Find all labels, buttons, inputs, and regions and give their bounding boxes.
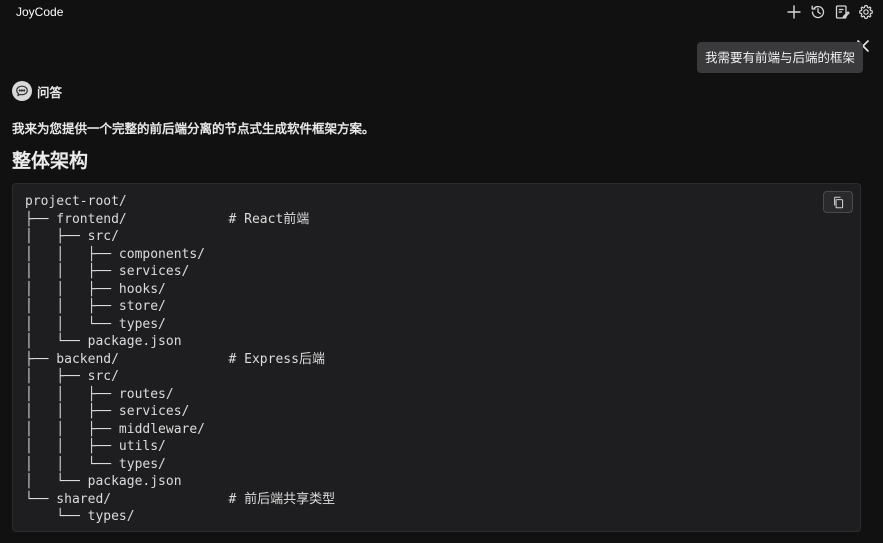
app-title: JoyCode [16, 5, 64, 19]
answer-label: 问答 [37, 84, 63, 100]
code-tree-text: │ │ ├── services/ [25, 264, 190, 279]
code-tree-text: │ │ ├── store/ [25, 299, 166, 314]
code-line: │ ├── src/ [25, 228, 335, 246]
code-tree-text: │ │ ├── services/ [25, 404, 190, 419]
code-line: │ │ └── types/ [25, 456, 335, 474]
code-line: │ │ ├── services/ [25, 263, 335, 281]
code-tree-text: │ │ ├── components/ [25, 246, 206, 262]
code-line: ├── frontend/ # React前端 [25, 211, 335, 229]
gear-icon[interactable] [857, 3, 875, 21]
code-line: │ │ ├── utils/ [25, 438, 335, 456]
section-heading: 整体架构 [12, 150, 89, 172]
code-line: │ │ ├── components/ [25, 246, 335, 264]
code-tree-text: │ ├── src/ [25, 229, 119, 244]
copy-button[interactable] [823, 191, 853, 213]
code-line: │ │ ├── services/ [25, 403, 335, 421]
code-content: project-root/├── frontend/ # React前端 │ ├─… [25, 193, 335, 526]
chat-bubble-icon [12, 81, 32, 101]
code-tree-text: │ └── package.json [25, 474, 182, 489]
code-line: ├── backend/ # Express后端 [25, 351, 335, 369]
code-tree-text: │ │ ├── utils/ [25, 439, 166, 454]
history-icon[interactable] [809, 3, 827, 21]
code-tree-text: └── types/ [25, 509, 135, 524]
toolbar [785, 3, 875, 21]
code-line: │ │ ├── hooks/ [25, 281, 335, 299]
code-tree-text: │ │ ├── routes/ [25, 386, 174, 402]
code-tree-text: │ │ └── types/ [25, 456, 166, 472]
code-line: │ │ ├── routes/ [25, 386, 335, 404]
code-line: │ ├── src/ [25, 368, 335, 386]
code-tree-text: │ └── package.json [25, 334, 182, 349]
answer-header: 问答 [12, 81, 62, 101]
code-tree-text: │ │ ├── hooks/ [25, 281, 166, 297]
code-comment: # 前后端共享类型 [228, 491, 336, 507]
joycode-panel: JoyCode 我需要有前端与后端的框架 问答 我来为您提供一个完整的前后端分离… [0, 0, 883, 543]
code-line: │ │ ├── store/ [25, 298, 335, 316]
code-line: └── shared/ # 前后端共享类型 [25, 491, 335, 509]
code-line: │ │ └── types/ [25, 316, 335, 334]
top-bar: JoyCode [0, 0, 883, 24]
code-block: project-root/├── frontend/ # React前端 │ ├─… [12, 183, 861, 532]
code-tree-text: └── shared/ [25, 491, 229, 507]
code-line: │ │ ├── middleware/ [25, 421, 335, 439]
code-line: └── types/ [25, 508, 335, 526]
code-tree-text: project-root/ [25, 194, 127, 209]
plus-icon[interactable] [785, 3, 803, 21]
code-tree-text: ├── frontend/ [25, 211, 229, 227]
code-tree-text: │ │ └── types/ [25, 316, 166, 332]
code-comment: # React前端 [228, 211, 310, 227]
user-message-bubble: 我需要有前端与后端的框架 [696, 42, 863, 73]
code-tree-text: │ ├── src/ [25, 369, 119, 384]
code-comment: # Express后端 [228, 351, 325, 367]
code-tree-text: │ │ ├── middleware/ [25, 421, 206, 437]
code-tree-text: ├── backend/ [25, 351, 229, 367]
code-line: project-root/ [25, 193, 335, 211]
edit-note-icon[interactable] [833, 3, 851, 21]
code-line: │ └── package.json [25, 473, 335, 491]
answer-intro: 我来为您提供一个完整的前后端分离的节点式生成软件框架方案。 [12, 121, 375, 136]
code-line: │ └── package.json [25, 333, 335, 351]
